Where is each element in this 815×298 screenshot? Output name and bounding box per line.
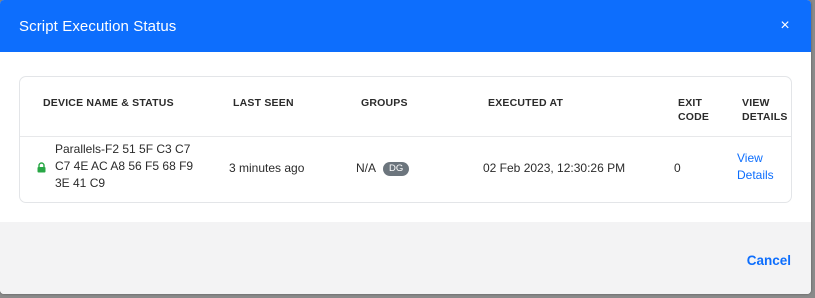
header-divider — [20, 136, 791, 137]
view-details-line1: View — [737, 151, 763, 165]
device-name-cell: Parallels-F2 51 5F C3 C7 C7 4E AC A8 56 … — [55, 141, 193, 192]
modal-body: DEVICE NAME & STATUS LAST SEEN GROUPS EX… — [0, 52, 811, 222]
view-details-link[interactable]: View Details — [737, 150, 774, 184]
modal-footer: Cancel — [0, 222, 811, 294]
executed-at-cell: 02 Feb 2023, 12:30:26 PM — [483, 161, 626, 175]
view-details-line2: Details — [737, 168, 774, 182]
column-header-view-details-line2: DETAILS — [742, 111, 788, 123]
modal-header: Script Execution Status × — [0, 0, 811, 52]
script-execution-modal: Script Execution Status × DEVICE NAME & … — [0, 0, 811, 294]
column-header-groups: GROUPS — [361, 97, 408, 109]
last-seen-cell: 3 minutes ago — [229, 161, 305, 175]
column-header-view-details-line1: VIEW — [742, 97, 770, 109]
column-header-exit-code-line2: CODE — [678, 111, 710, 123]
results-table: DEVICE NAME & STATUS LAST SEEN GROUPS EX… — [19, 76, 792, 203]
device-name-line1: Parallels-F2 51 5F C3 C7 — [55, 142, 191, 156]
exit-code-cell: 0 — [674, 161, 681, 175]
modal-title: Script Execution Status — [19, 17, 177, 35]
column-header-exit-code: EXIT CODE — [678, 96, 709, 124]
column-header-executed-at: EXECUTED AT — [488, 97, 564, 109]
column-header-last-seen: LAST SEEN — [233, 97, 294, 109]
close-icon[interactable]: × — [777, 18, 793, 34]
device-name-line3: 3E 41 C9 — [55, 176, 106, 190]
groups-cell: N/A DG — [356, 160, 410, 177]
device-name-line2: C7 4E AC A8 56 F5 68 F9 — [55, 159, 194, 173]
cancel-button[interactable]: Cancel — [747, 253, 791, 268]
column-header-view-details: VIEW DETAILS — [742, 96, 788, 124]
lock-icon — [37, 162, 46, 173]
column-header-exit-code-line1: EXIT — [678, 97, 703, 109]
group-badge: DG — [383, 162, 410, 176]
column-header-device: DEVICE NAME & STATUS — [43, 97, 174, 109]
groups-value: N/A — [356, 161, 377, 175]
